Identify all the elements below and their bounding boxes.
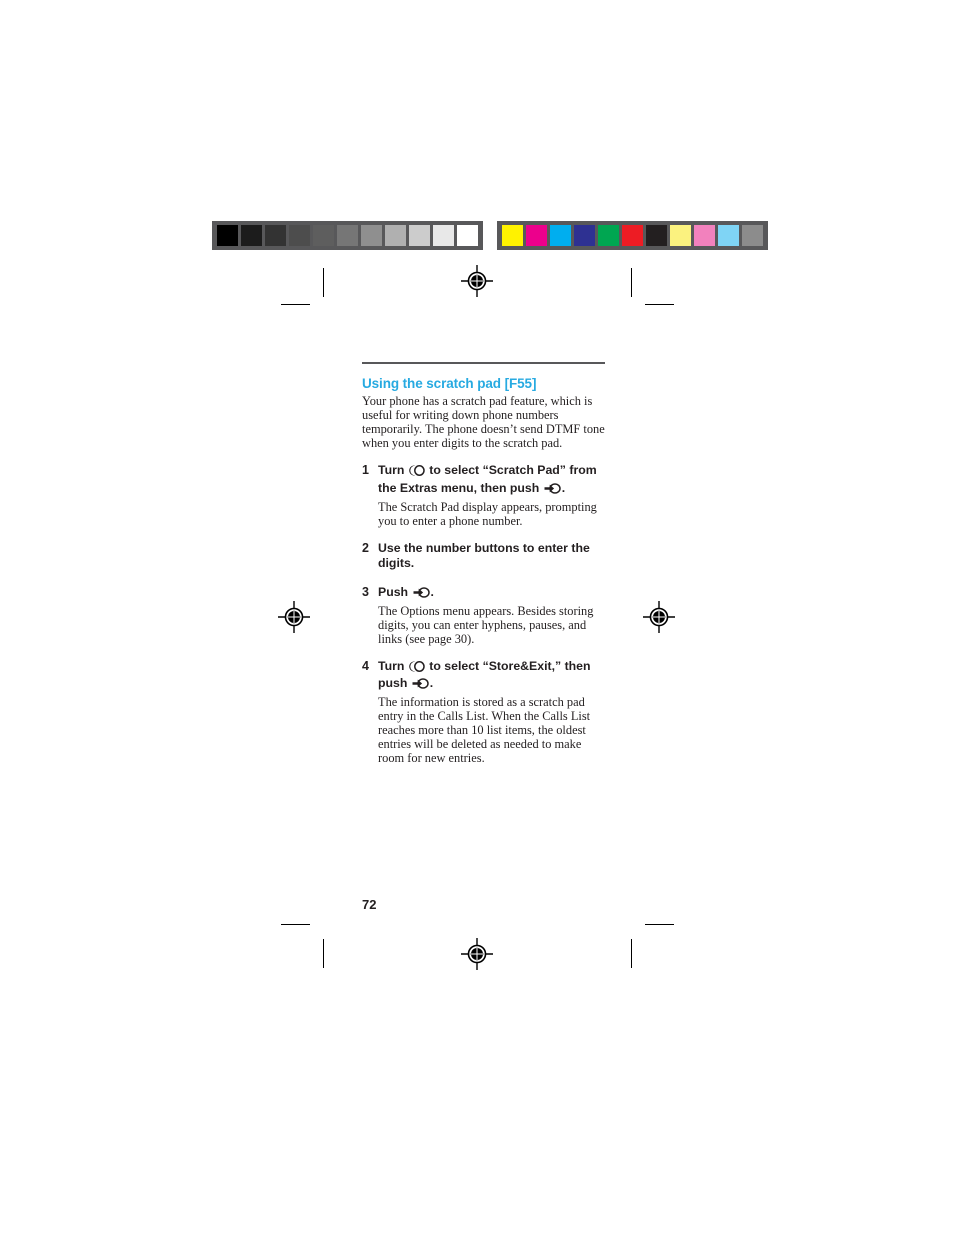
list-item-step-1: 1 Turn to select “Scratch Pad” from the … [362,463,605,527]
crop-mark-top-right-h [645,304,674,305]
step-text-end: . [561,480,566,495]
calibration-patch-9 [718,225,739,246]
intro-paragraph: Your phone has a scratch pad feature, wh… [362,394,605,451]
list-item-step-2: 2 Use the number buttons to enter the di… [362,541,605,572]
crop-mark-bottom-left-h [281,924,310,925]
registration-target-left [277,600,311,634]
jog-push-icon [413,587,430,603]
calibration-patch-5 [622,225,643,246]
step-text-before-dial: Turn [378,658,405,673]
jog-push-icon [412,678,429,694]
crop-mark-top-right [631,268,632,297]
step-detail: The information is stored as a scratch p… [378,695,591,766]
calibration-patch-8 [694,225,715,246]
step-instruction: Turn to select “Scratch Pad” from the Ex… [378,463,605,498]
step-number: 2 [362,540,369,555]
page-folio: 72 [362,897,377,912]
calibration-patch-5 [337,225,358,246]
calibration-patch-6 [361,225,382,246]
step-number: 3 [362,584,369,599]
step-instruction: Turn to select “Store&Exit,” then push . [378,659,605,694]
process-color-control-strip [497,221,768,250]
jog-dial-icon [409,465,425,481]
calibration-patch-1 [526,225,547,246]
step-number: 1 [362,463,369,478]
section-rule [362,362,605,364]
calibration-patch-7 [670,225,691,246]
step-list: 1 Turn to select “Scratch Pad” from the … [362,463,605,765]
step-detail: The Scratch Pad display appears, prompti… [378,499,597,528]
calibration-patch-0 [502,225,523,246]
grayscale-step-wedge [212,221,483,250]
page-title: Using the scratch pad [F55] [362,376,537,391]
list-item-step-4: 4 Turn to select “Store&Exit,” then push [362,659,605,766]
calibration-patch-4 [598,225,619,246]
calibration-patch-1 [241,225,262,246]
crop-mark-bottom-right [631,939,632,968]
calibration-patch-6 [646,225,667,246]
calibration-patch-0 [217,225,238,246]
step-text-before-dial: Turn [378,463,405,478]
step-text-before-push: Push [378,584,409,599]
step-number: 4 [362,658,369,673]
registration-target-bottom [460,937,494,971]
calibration-patch-2 [550,225,571,246]
step-instruction: Use the number buttons to enter the digi… [378,540,590,571]
step-text-end: . [430,584,434,599]
calibration-patch-3 [289,225,310,246]
registration-target-top [460,264,494,298]
crop-mark-top-left-h [281,304,310,305]
crop-mark-top-left [323,268,324,297]
step-text-end: . [429,676,434,691]
list-item-step-3: 3 Push . The Options menu appears. Besid… [362,585,605,646]
calibration-patch-7 [385,225,406,246]
calibration-patch-4 [313,225,334,246]
calibration-patch-10 [457,225,478,246]
calibration-patch-9 [433,225,454,246]
calibration-patch-3 [574,225,595,246]
calibration-patch-8 [409,225,430,246]
page-content: Using the scratch pad [F55] Your phone h… [362,362,605,765]
crop-mark-bottom-left [323,939,324,968]
calibration-patch-10 [742,225,763,246]
step-detail: The Options menu appears. Besides storin… [378,603,594,646]
jog-push-icon [544,483,561,499]
jog-dial-icon [409,660,425,677]
registration-target-right [642,600,676,634]
calibration-patch-2 [265,225,286,246]
step-instruction: Push . [378,585,605,603]
crop-mark-bottom-right-h [645,924,674,925]
